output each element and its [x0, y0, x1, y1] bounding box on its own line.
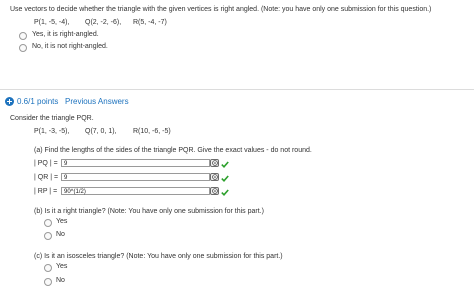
- part-c-yes-label: Yes: [56, 263, 68, 270]
- points-text: 0.6/1 points: [17, 97, 59, 106]
- correct-check-icon: [221, 175, 229, 182]
- part-b-no-radio[interactable]: [44, 232, 52, 240]
- q1-option-yes-radio[interactable]: [19, 32, 27, 40]
- pq-label: | PQ | =: [34, 160, 58, 167]
- plus-circle-icon[interactable]: [5, 97, 14, 106]
- keyboard-icon[interactable]: [210, 173, 219, 181]
- keyboard-icon[interactable]: [210, 159, 219, 167]
- previous-answers-link[interactable]: Previous Answers: [65, 97, 129, 106]
- q1-vertex-r: R(5, -4, -7): [133, 19, 167, 26]
- qr-input[interactable]: 9: [61, 173, 210, 181]
- part-b-yes-radio[interactable]: [44, 219, 52, 227]
- correct-check-icon: [221, 161, 229, 168]
- part-a-prompt: (a) Find the lengths of the sides of the…: [34, 147, 312, 154]
- pq-input[interactable]: 9: [61, 159, 210, 167]
- part-c-yes-radio[interactable]: [44, 264, 52, 272]
- q1-vertex-p: P(1, -5, -4),: [34, 19, 70, 26]
- qr-label: | QR | =: [34, 174, 59, 181]
- part-b-yes-label: Yes: [56, 218, 68, 225]
- question-divider: [0, 89, 474, 90]
- part-c-no-radio[interactable]: [44, 278, 52, 286]
- rp-input[interactable]: 90^(1/2): [61, 187, 210, 195]
- rp-label: | RP | =: [34, 188, 58, 195]
- part-b-prompt: (b) Is it a right triangle? (Note: You h…: [34, 208, 264, 215]
- q2-vertex-p: P(1, -3, -5),: [34, 128, 70, 135]
- part-b-no-label: No: [56, 231, 65, 238]
- correct-check-icon: [221, 189, 229, 196]
- q1-prompt: Use vectors to decide whether the triang…: [10, 6, 432, 13]
- q1-vertex-q: Q(2, -2, -6),: [85, 19, 122, 26]
- q2-vertex-r: R(10, -6, -5): [133, 128, 171, 135]
- q1-option-yes-label: Yes, it is right-angled.: [32, 31, 99, 38]
- keyboard-icon[interactable]: [210, 187, 219, 195]
- q2-intro: Consider the triangle PQR.: [10, 115, 94, 122]
- q1-option-no-radio[interactable]: [19, 44, 27, 52]
- part-c-prompt: (c) Is it an isosceles triangle? (Note: …: [34, 253, 283, 260]
- q1-option-no-label: No, it is not right-angled.: [32, 43, 108, 50]
- q2-vertex-q: Q(7, 0, 1),: [85, 128, 117, 135]
- part-c-no-label: No: [56, 277, 65, 284]
